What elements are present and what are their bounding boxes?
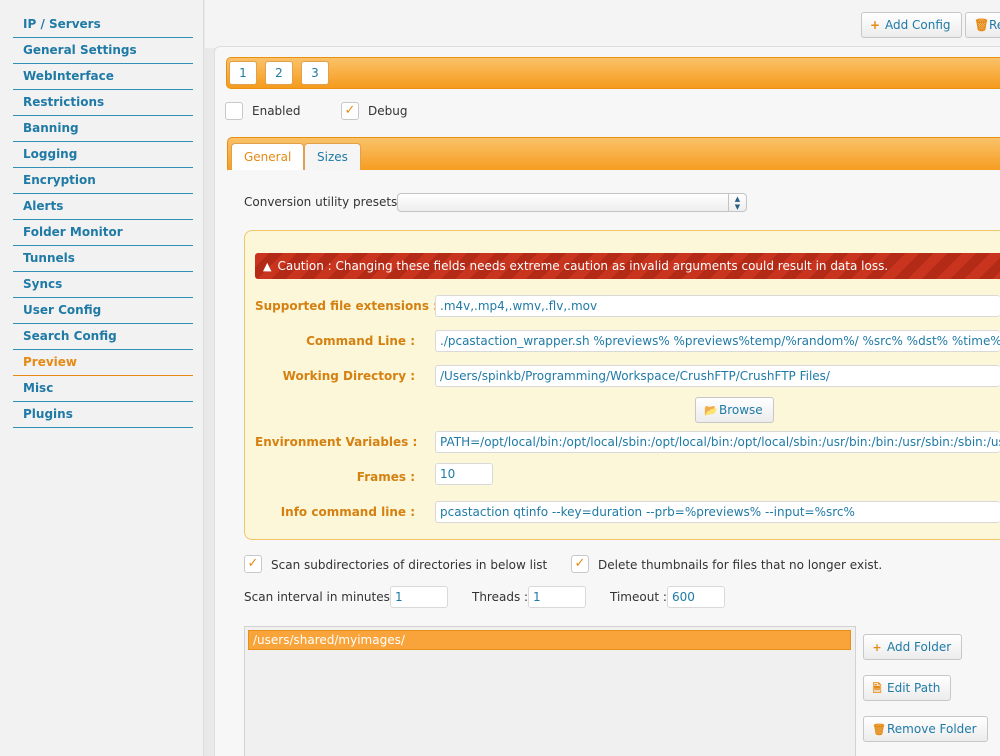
info-command-line-label: Info command line : xyxy=(280,505,415,519)
checkmark-icon: ✓ xyxy=(247,556,259,571)
presets-label: Conversion utility presets : xyxy=(244,195,406,209)
debug-checkbox[interactable]: ✓ xyxy=(341,102,359,120)
frames-input[interactable]: 10 xyxy=(435,463,493,485)
remove-folder-label: Remove Folder xyxy=(887,722,977,736)
trash-icon: 🗑 xyxy=(872,723,886,736)
scan-interval-input[interactable]: 1 xyxy=(390,586,448,608)
threads-label: Threads : xyxy=(472,590,529,604)
sidebar: IP / Servers General Settings WebInterfa… xyxy=(0,0,204,756)
remove-config-button[interactable]: 🗑Re xyxy=(965,12,1000,38)
remove-folder-button[interactable]: 🗑Remove Folder xyxy=(863,716,988,742)
config-tab-2[interactable]: 2 xyxy=(265,61,293,85)
browse-label: Browse xyxy=(719,403,763,417)
sidebar-item-general-settings[interactable]: General Settings xyxy=(13,38,193,64)
extensions-label: Supported file extensions : xyxy=(255,299,438,313)
browse-button[interactable]: 📂Browse xyxy=(695,397,774,423)
edit-path-button[interactable]: 🗎 Edit Path xyxy=(863,675,952,701)
config-tabs-bar: 1 2 3 xyxy=(226,57,1000,89)
document-icon: 🗎 xyxy=(872,682,882,695)
scan-interval-label: Scan interval in minutes : xyxy=(244,590,398,604)
updown-arrows-icon: ▲ ▼ xyxy=(728,194,746,211)
folder-list-item[interactable]: /users/shared/myimages/ xyxy=(248,630,851,650)
delete-thumbnails-checkbox[interactable]: ✓ xyxy=(571,555,589,573)
sidebar-item-user-config[interactable]: User Config xyxy=(13,298,193,324)
sidebar-menu: IP / Servers General Settings WebInterfa… xyxy=(13,12,193,428)
working-directory-input[interactable]: /Users/spinkb/Programming/Workspace/Crus… xyxy=(435,365,1000,387)
timeout-label: Timeout : xyxy=(610,590,667,604)
config-tab-1[interactable]: 1 xyxy=(229,61,257,85)
enabled-checkbox[interactable] xyxy=(225,102,243,120)
sidebar-item-webinterface[interactable]: WebInterface xyxy=(13,64,193,90)
add-config-button[interactable]: + Add Config xyxy=(861,12,962,38)
command-line-input[interactable]: ./pcastaction_wrapper.sh %previews% %pre… xyxy=(435,330,1000,352)
trash-icon: 🗑 xyxy=(974,18,990,32)
caution-text: Caution : Changing these fields needs ex… xyxy=(277,259,889,273)
checkmark-icon: ✓ xyxy=(574,556,586,571)
enabled-label: Enabled xyxy=(252,104,301,118)
sidebar-item-folder-monitor[interactable]: Folder Monitor xyxy=(13,220,193,246)
caution-banner: ▲ Caution : Changing these fields needs e… xyxy=(255,253,1000,279)
sidebar-item-preview[interactable]: Preview xyxy=(13,350,193,376)
add-config-label: Add Config xyxy=(885,18,951,32)
add-folder-label: Add Folder xyxy=(887,640,952,654)
sidebar-item-restrictions[interactable]: Restrictions xyxy=(13,90,193,116)
sidebar-item-plugins[interactable]: Plugins xyxy=(13,402,193,428)
working-directory-label: Working Directory : xyxy=(282,369,415,383)
tab-general[interactable]: General xyxy=(231,143,305,173)
config-tab-3[interactable]: 3 xyxy=(301,61,329,85)
add-folder-button[interactable]: + Add Folder xyxy=(863,634,963,660)
frames-label: Frames : xyxy=(356,470,415,484)
tab-sizes[interactable]: Sizes xyxy=(304,143,361,171)
folder-open-icon: 📂 xyxy=(704,404,718,417)
extensions-input[interactable]: .m4v,.mp4,.wmv,.flv,.mov xyxy=(435,295,1000,317)
sidebar-item-logging[interactable]: Logging xyxy=(13,142,193,168)
edit-path-label: Edit Path xyxy=(887,681,941,695)
sidebar-item-banning[interactable]: Banning xyxy=(13,116,193,142)
sidebar-item-ip-servers[interactable]: IP / Servers xyxy=(13,12,193,38)
info-command-line-input[interactable]: pcastaction qtinfo --key=duration --prb=… xyxy=(435,501,1000,523)
scan-subdirectories-checkbox[interactable]: ✓ xyxy=(244,555,262,573)
presets-selected-value xyxy=(398,194,402,208)
sidebar-item-syncs[interactable]: Syncs xyxy=(13,272,193,298)
warning-icon: ▲ xyxy=(263,260,272,273)
plus-icon: + xyxy=(870,18,881,32)
sidebar-item-encryption[interactable]: Encryption xyxy=(13,168,193,194)
checkmark-icon: ✓ xyxy=(344,103,356,118)
sidebar-item-misc[interactable]: Misc xyxy=(13,376,193,402)
remove-config-label: Re xyxy=(989,18,1000,32)
plus-icon: + xyxy=(872,641,882,654)
environment-variables-input[interactable]: PATH=/opt/local/bin:/opt/local/sbin:/opt… xyxy=(435,431,1000,453)
section-tabs-bar: General Sizes xyxy=(227,137,1000,173)
command-line-label: Command Line : xyxy=(306,334,415,348)
scan-subdirectories-label: Scan subdirectories of directories in be… xyxy=(271,558,548,572)
sidebar-item-alerts[interactable]: Alerts xyxy=(13,194,193,220)
timeout-input[interactable]: 600 xyxy=(667,586,725,608)
threads-input[interactable]: 1 xyxy=(528,586,586,608)
delete-thumbnails-label: Delete thumbnails for files that no long… xyxy=(598,558,883,572)
environment-variables-label: Environment Variables : xyxy=(255,435,418,449)
sidebar-item-search-config[interactable]: Search Config xyxy=(13,324,193,350)
presets-select[interactable]: ▲ ▼ xyxy=(397,193,747,212)
debug-label: Debug xyxy=(368,104,408,118)
sidebar-item-tunnels[interactable]: Tunnels xyxy=(13,246,193,272)
